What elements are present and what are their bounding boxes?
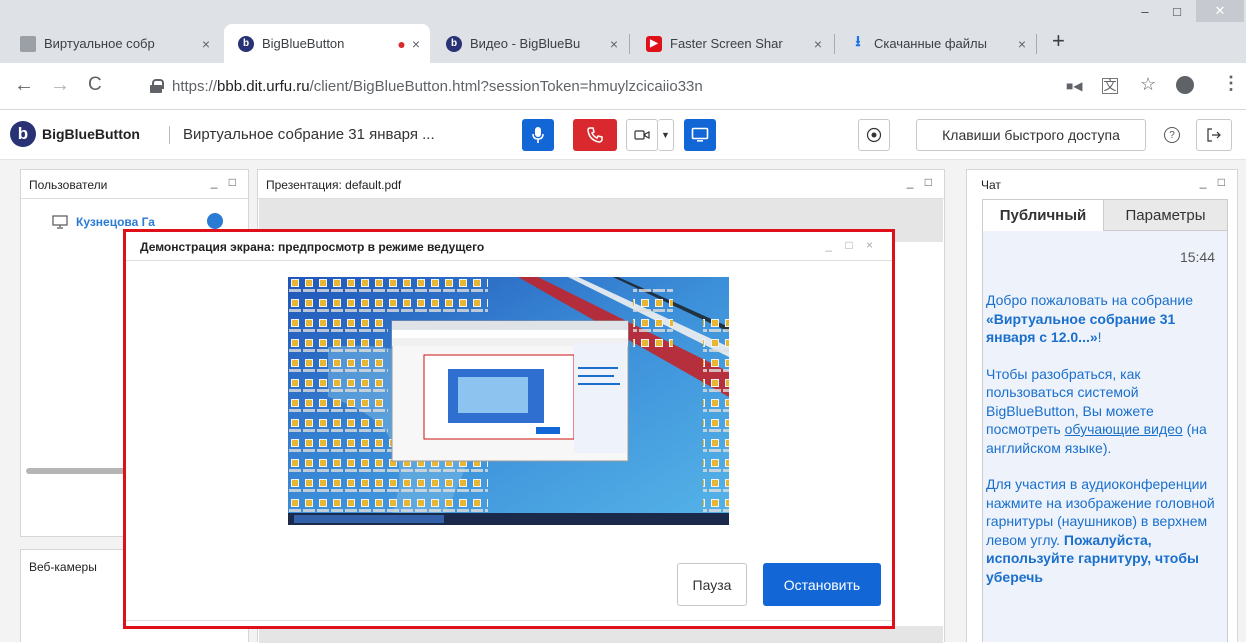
microphone-icon <box>532 127 544 143</box>
user-mic-icon <box>207 213 223 229</box>
url-scheme: https:// <box>172 77 218 95</box>
pause-button[interactable]: Пауза <box>677 563 747 606</box>
users-panel-title: Пользователи <box>29 178 108 192</box>
help-icon: ? <box>1164 127 1180 143</box>
tab-title: Видео - BigBlueBu <box>470 36 581 51</box>
tab-separator <box>1036 34 1037 54</box>
reload-icon[interactable]: C <box>88 75 102 95</box>
url-bar[interactable]: https://bbb.dit.urfu.ru/client/BigBlueBu… <box>150 70 1154 102</box>
help-button[interactable]: ? <box>1160 119 1184 151</box>
divider <box>21 198 248 199</box>
bbb-logo-icon: b <box>446 35 462 52</box>
microphone-button[interactable] <box>522 119 554 151</box>
record-icon <box>866 127 882 143</box>
tab-public-chat[interactable]: Публичный <box>982 199 1104 231</box>
webcams-panel-title: Веб-камеры <box>29 560 97 574</box>
bbb-logo-icon: b <box>10 121 36 147</box>
presenter-screen-icon <box>52 215 68 229</box>
bbb-header: b BigBlueButton Виртуальное собрание 31 … <box>0 110 1246 160</box>
screenshare-button[interactable] <box>684 119 716 151</box>
chat-panel-title: Чат <box>981 178 1001 192</box>
recording-icon: ● <box>397 35 406 52</box>
browser-tabstrip: Виртуальное собр × b BigBlueButton ● × b… <box>0 0 1246 63</box>
divider <box>126 620 892 621</box>
browser-tab-5[interactable]: ⭳ Скачанные файлы × <box>836 24 1036 63</box>
tab-separator <box>834 34 835 54</box>
address-toolbar: ← → C https://bbb.dit.urfu.ru/client/Big… <box>0 63 1246 110</box>
brand-name: BigBlueButton <box>42 126 140 142</box>
profile-avatar-icon[interactable] <box>1176 76 1194 94</box>
close-tab-icon[interactable]: × <box>1018 36 1026 52</box>
tutorial-video-link[interactable]: обучающие видео <box>1065 421 1183 437</box>
leave-audio-button[interactable] <box>573 119 617 151</box>
message-timestamp: 15:44 <box>1179 249 1215 265</box>
tab-title: Скачанные файлы <box>874 36 987 51</box>
new-tab-button[interactable]: + <box>1052 30 1065 52</box>
webcam-options-dropdown[interactable]: ▼ <box>658 119 674 151</box>
lock-icon <box>150 79 164 93</box>
back-icon[interactable]: ← <box>14 75 34 95</box>
chat-messages: 15:44 Добро пожаловать на собрание «Вирт… <box>982 231 1228 642</box>
panel-window-controls[interactable]: _ □ <box>211 175 240 189</box>
url-domain: bbb.dit.urfu.ru <box>217 77 310 95</box>
youtube-icon: ▶ <box>646 35 662 52</box>
close-tab-icon[interactable]: × <box>814 36 822 52</box>
desktop-share-icon <box>691 127 709 142</box>
welcome-prefix: Добро пожаловать на собрание <box>986 292 1194 308</box>
screenshare-preview-dialog: Демонстрация экрана: предпросмотр в режи… <box>123 229 895 629</box>
stop-sharing-button[interactable]: Остановить <box>763 563 881 606</box>
record-button[interactable] <box>858 119 890 151</box>
chevron-down-icon: ▼ <box>661 130 670 140</box>
camera-in-use-icon[interactable]: ■◀ <box>1066 77 1082 95</box>
video-camera-icon <box>634 130 650 140</box>
panel-window-controls[interactable]: _ □ <box>1200 175 1229 189</box>
close-tab-icon[interactable]: × <box>202 36 210 52</box>
logout-button[interactable] <box>1196 119 1232 151</box>
desktop-preview-image <box>288 277 729 525</box>
minimize-icon[interactable]: – <box>1130 0 1160 22</box>
translate-icon[interactable]: 文 <box>1102 78 1118 94</box>
url-path: /client/BigBlueButton.html?sessionToken=… <box>309 77 703 95</box>
user-list-item[interactable]: Кузнецова Га <box>52 215 155 229</box>
dialog-window-controls[interactable]: _ □ × <box>825 238 878 252</box>
presentation-title: Презентация: default.pdf <box>266 178 402 192</box>
panel-window-controls[interactable]: _ □ <box>907 175 936 189</box>
page-icon <box>20 35 36 52</box>
tab-title: Виртуальное собр <box>44 36 155 51</box>
close-tab-icon[interactable]: × <box>610 36 618 52</box>
menu-dots-icon[interactable]: ⋮ <box>1222 74 1240 92</box>
chat-tabs: Публичный Параметры <box>982 199 1228 231</box>
logout-icon <box>1207 128 1221 142</box>
phone-hangup-icon <box>587 127 603 143</box>
maximize-icon[interactable]: □ <box>1162 0 1192 22</box>
user-name: Кузнецова Га <box>76 215 155 229</box>
download-icon: ⭳ <box>855 33 861 50</box>
welcome-meeting-name: «Виртуальное собрание 31 января с 12.0..… <box>986 310 1176 346</box>
close-tab-icon[interactable]: × <box>412 36 420 52</box>
bookmark-star-icon[interactable]: ☆ <box>1140 75 1156 93</box>
divider <box>169 126 170 144</box>
bbb-logo-icon: b <box>238 35 254 52</box>
meeting-title: Виртуальное собрание 31 января ... <box>183 126 435 143</box>
browser-tab-1[interactable]: Виртуальное собр × <box>6 24 220 63</box>
screen-preview-video <box>288 277 729 525</box>
close-window-icon[interactable]: ✕ <box>1196 0 1244 22</box>
forward-icon[interactable]: → <box>50 75 70 95</box>
browser-tab-2-active[interactable]: b BigBlueButton ● × <box>224 24 430 63</box>
divider <box>126 260 892 261</box>
welcome-message: Добро пожаловать на собрание «Виртуально… <box>986 291 1226 586</box>
browser-tab-3[interactable]: b Видео - BigBlueBu × <box>432 24 628 63</box>
dialog-title: Демонстрация экрана: предпросмотр в режи… <box>140 240 485 254</box>
tab-separator <box>629 34 630 54</box>
browser-tab-4[interactable]: ▶ Faster Screen Shar × <box>632 24 832 63</box>
webcam-button[interactable] <box>626 119 658 151</box>
tab-title: BigBlueButton <box>262 36 345 51</box>
keyboard-shortcuts-button[interactable]: Клавиши быстрого доступа <box>916 119 1146 151</box>
tab-chat-options[interactable]: Параметры <box>1104 199 1228 231</box>
tab-title: Faster Screen Shar <box>670 36 783 51</box>
welcome-suffix: ! <box>1097 329 1102 345</box>
